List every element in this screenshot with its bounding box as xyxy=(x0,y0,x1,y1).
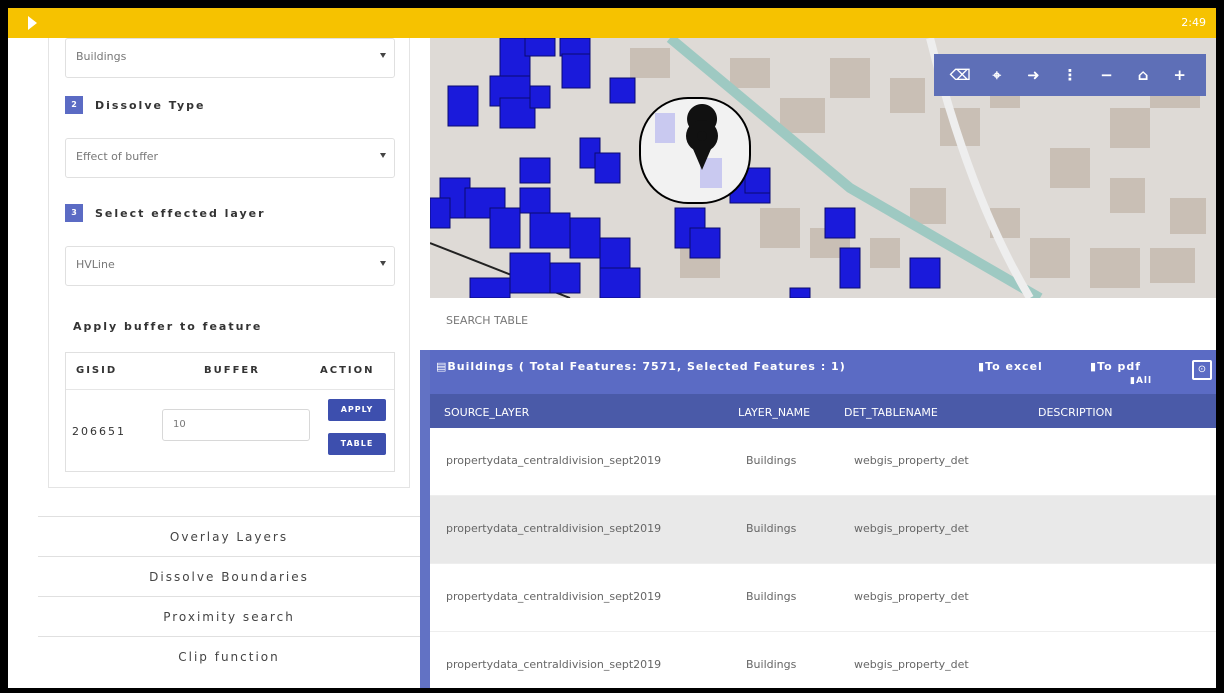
to-excel-button[interactable]: ▮To excel xyxy=(978,360,1043,373)
step-label: Select effected layer xyxy=(95,206,266,220)
col-source-layer[interactable]: SOURCE_LAYER xyxy=(444,406,529,419)
table-row[interactable]: propertydata_centraldivision_sept2019 Bu… xyxy=(430,496,1216,564)
step-number: 3 xyxy=(65,204,83,222)
map-view[interactable]: ⌫ ⌖ ➜ ⋮ − ⌂ + xyxy=(430,38,1216,298)
chevron-down-icon xyxy=(380,153,386,158)
left-panel: Buildings 2 Dissolve Type Effect of buff… xyxy=(8,38,420,688)
play-icon[interactable] xyxy=(28,16,37,30)
table-header-bar: ▤Buildings ( Total Features: 7571, Selec… xyxy=(430,350,1216,394)
cell-layer-name: Buildings xyxy=(746,658,797,671)
step-label: Dissolve Type xyxy=(95,98,206,112)
cell-det-tablename: webgis_property_det xyxy=(854,590,969,603)
apply-buffer-heading: Apply buffer to feature xyxy=(73,320,263,333)
table-row[interactable]: propertydata_centraldivision_sept2019 Bu… xyxy=(430,564,1216,632)
buffer-card: Buildings 2 Dissolve Type Effect of buff… xyxy=(48,38,410,488)
table-title: ▤Buildings ( Total Features: 7571, Selec… xyxy=(436,360,846,373)
col-buffer: BUFFER xyxy=(204,365,260,376)
clock: 2:49 xyxy=(1181,16,1206,29)
cell-layer-name: Buildings xyxy=(746,454,797,467)
more-icon[interactable]: ⋮ xyxy=(1059,66,1081,84)
cell-source-layer: propertydata_centraldivision_sept2019 xyxy=(446,658,662,671)
map-toolbar: ⌫ ⌖ ➜ ⋮ − ⌂ + xyxy=(934,54,1206,96)
effected-select-value: HVLine xyxy=(76,258,115,271)
home-icon[interactable]: ⌂ xyxy=(1132,66,1154,84)
accordion-clip-function[interactable]: Clip function xyxy=(38,636,420,676)
accordion-proximity-search[interactable]: Proximity search xyxy=(38,596,420,636)
marker-icon[interactable]: ⌖ xyxy=(986,66,1008,84)
layer-select[interactable]: Buildings xyxy=(65,38,395,78)
file-icon: ▮ xyxy=(978,360,986,373)
buffer-input[interactable]: 10 xyxy=(162,409,310,441)
cell-source-layer: propertydata_centraldivision_sept2019 xyxy=(446,454,662,467)
buffer-table: GISID BUFFER ACTION 206651 10 APPLY TABL… xyxy=(65,352,395,472)
chevron-down-icon xyxy=(380,53,386,58)
cell-source-layer: propertydata_centraldivision_sept2019 xyxy=(446,522,662,535)
gisid-value: 206651 xyxy=(72,425,126,438)
divider xyxy=(66,389,394,390)
step-number: 2 xyxy=(65,96,83,114)
col-det-tablename[interactable]: DET_TABLENAME xyxy=(844,406,938,419)
accordion-dissolve-boundaries[interactable]: Dissolve Boundaries xyxy=(38,556,420,596)
cell-source-layer: propertydata_centraldivision_sept2019 xyxy=(446,590,662,603)
panel-strip xyxy=(420,350,430,688)
accordion-overlay-layers[interactable]: Overlay Layers xyxy=(38,516,420,556)
search-table-label[interactable]: SEARCH TABLE xyxy=(446,314,528,327)
effected-layer-select[interactable]: HVLine xyxy=(65,246,395,286)
dissolve-select-value: Effect of buffer xyxy=(76,150,159,163)
cell-layer-name: Buildings xyxy=(746,522,797,535)
to-excel-label: To excel xyxy=(985,360,1043,373)
table-row[interactable]: propertydata_centraldivision_sept2019 Bu… xyxy=(430,428,1216,496)
to-pdf-button[interactable]: ▮To pdf xyxy=(1090,360,1141,373)
col-description[interactable]: DESCRIPTION xyxy=(1038,406,1112,419)
cell-det-tablename: webgis_property_det xyxy=(854,658,969,671)
eraser-icon[interactable]: ⌫ xyxy=(949,66,971,84)
file-icon: ▮ xyxy=(1090,360,1098,373)
step-effected-layer: 3 Select effected layer xyxy=(65,204,266,222)
table-row[interactable]: propertydata_centraldivision_sept2019 Bu… xyxy=(430,632,1216,688)
cell-det-tablename: webgis_property_det xyxy=(854,454,969,467)
status-bar: 2:49 xyxy=(8,8,1216,38)
sign-out-icon[interactable]: ➜ xyxy=(1022,66,1044,84)
all-label: All xyxy=(1135,376,1153,386)
col-action: ACTION xyxy=(320,365,375,376)
dissolve-type-select[interactable]: Effect of buffer xyxy=(65,138,395,178)
col-layer-name[interactable]: LAYER_NAME xyxy=(738,406,810,419)
zoom-out-icon[interactable]: − xyxy=(1096,66,1118,84)
app-frame: 2:49 Buildings 2 Dissolve Type Effect of… xyxy=(8,8,1216,688)
cell-layer-name: Buildings xyxy=(746,590,797,603)
apply-button[interactable]: APPLY xyxy=(328,399,386,421)
table-button[interactable]: TABLE xyxy=(328,433,386,455)
step-dissolve-type: 2 Dissolve Type xyxy=(65,96,206,114)
table-title-text: Buildings ( Total Features: 7571, Select… xyxy=(447,360,846,373)
to-pdf-label: To pdf xyxy=(1097,360,1142,373)
table-columns: SOURCE_LAYER LAYER_NAME DET_TABLENAME DE… xyxy=(430,394,1216,428)
close-icon[interactable]: ⊙ xyxy=(1192,360,1212,380)
layer-select-value: Buildings xyxy=(76,50,127,63)
chevron-down-icon xyxy=(380,261,386,266)
cell-det-tablename: webgis_property_det xyxy=(854,522,969,535)
col-gisid: GISID xyxy=(76,365,118,376)
attribute-table-panel: SEARCH TABLE ▤Buildings ( Total Features… xyxy=(420,298,1216,688)
zoom-in-icon[interactable]: + xyxy=(1169,66,1191,84)
all-button[interactable]: ▮All xyxy=(1130,376,1152,386)
database-icon: ▤ xyxy=(436,360,448,373)
